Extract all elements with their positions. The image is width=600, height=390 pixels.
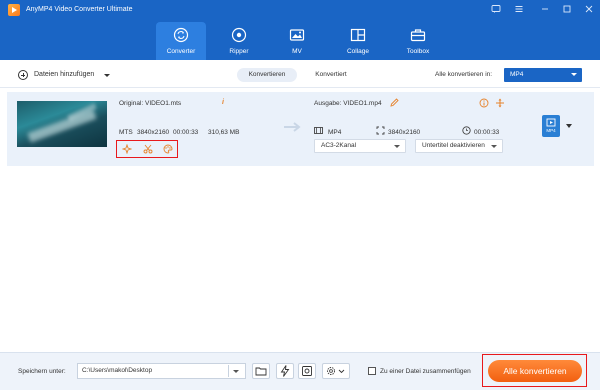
file-item: Original: VIDEO1.mts i MTS 3840x2160 00:… bbox=[7, 92, 594, 166]
disc-icon bbox=[231, 27, 247, 43]
add-files-label: Dateien hinzufügen bbox=[34, 71, 95, 78]
source-filename: Original: VIDEO1.mts bbox=[119, 100, 182, 107]
toolbar: Dateien hinzufügen Konvertieren Konverti… bbox=[0, 62, 600, 88]
title-bar: AnyMP4 Video Converter Ultimate bbox=[0, 0, 600, 20]
chevron-down-icon bbox=[394, 145, 400, 148]
tab-mv[interactable]: MV bbox=[272, 22, 322, 60]
tab-converting[interactable]: Konvertieren bbox=[237, 68, 297, 82]
close-icon[interactable] bbox=[582, 4, 596, 16]
app-logo-icon bbox=[8, 4, 20, 16]
folder-icon bbox=[255, 367, 267, 376]
mv-icon bbox=[289, 27, 305, 43]
menu-icon[interactable] bbox=[512, 4, 526, 16]
source-format: MTS bbox=[119, 129, 133, 136]
path-divider bbox=[228, 365, 229, 377]
tab-label: MV bbox=[292, 48, 302, 55]
tab-ripper[interactable]: Ripper bbox=[214, 22, 264, 60]
tab-toolbox[interactable]: Toolbox bbox=[393, 22, 443, 60]
tab-converted[interactable]: Konvertiert bbox=[306, 68, 356, 82]
audio-track-value: AC3-2Kanal bbox=[321, 142, 357, 149]
chevron-down-icon[interactable] bbox=[104, 74, 110, 77]
toolbox-icon bbox=[410, 27, 426, 43]
tab-label: Collage bbox=[346, 48, 370, 55]
info-icon[interactable]: i bbox=[222, 99, 224, 106]
add-icon bbox=[18, 70, 28, 80]
convert-all-in-label: Alle konvertieren in: bbox=[435, 71, 493, 78]
gear-icon bbox=[327, 367, 345, 375]
open-folder-button[interactable] bbox=[252, 363, 270, 379]
app-header: AnyMP4 Video Converter Ultimate Converte… bbox=[0, 0, 600, 60]
merge-checkbox[interactable] bbox=[368, 367, 376, 375]
audio-track-select[interactable]: AC3-2Kanal bbox=[314, 139, 406, 153]
subtitle-value: Untertitel deaktivieren bbox=[422, 142, 485, 149]
lightning-icon bbox=[280, 365, 290, 377]
source-resolution: 3840x2160 bbox=[137, 129, 170, 136]
output-duration: 00:00:33 bbox=[474, 129, 500, 136]
tab-converter[interactable]: Converter bbox=[156, 22, 206, 60]
collage-icon bbox=[350, 27, 366, 43]
chevron-down-icon[interactable] bbox=[233, 370, 239, 373]
merge-label: Zu einer Datei zusammenfügen bbox=[380, 368, 471, 375]
resize-icon bbox=[376, 126, 385, 135]
output-format-select[interactable]: MP4 bbox=[504, 68, 582, 82]
chevron-down-icon bbox=[571, 73, 577, 76]
edit-tools-highlight bbox=[116, 140, 178, 158]
info-circle-icon[interactable] bbox=[479, 98, 489, 108]
palette-icon[interactable] bbox=[163, 144, 173, 154]
minimize-icon[interactable] bbox=[538, 4, 552, 16]
maximize-icon[interactable] bbox=[560, 4, 574, 16]
pencil-icon[interactable] bbox=[390, 98, 399, 107]
format-badge-label: MP4 bbox=[546, 128, 556, 133]
convert-all-button[interactable]: Alle konvertieren bbox=[488, 360, 582, 382]
arrow-right-icon bbox=[283, 121, 303, 133]
chat-icon[interactable] bbox=[489, 4, 503, 16]
hardware-acceleration-button[interactable] bbox=[276, 363, 294, 379]
source-size: 310,63 MB bbox=[208, 129, 240, 136]
converter-icon bbox=[173, 27, 189, 43]
output-format-value: MP4 bbox=[510, 71, 524, 78]
output-resolution: 3840x2160 bbox=[388, 129, 421, 136]
tab-label: Converter bbox=[166, 48, 196, 55]
output-filename: Ausgabe: VIDEO1.mp4 bbox=[314, 100, 382, 107]
magic-wand-icon[interactable] bbox=[121, 143, 133, 155]
settings-button[interactable] bbox=[322, 363, 350, 379]
save-path-field[interactable]: C:\Users\makol\Desktop bbox=[77, 363, 246, 379]
gpu-settings-button[interactable] bbox=[298, 363, 316, 379]
subtitle-select[interactable]: Untertitel deaktivieren bbox=[415, 139, 503, 153]
clock-icon bbox=[462, 126, 471, 135]
film-icon bbox=[314, 126, 323, 135]
app-title: AnyMP4 Video Converter Ultimate bbox=[26, 6, 133, 13]
save-to-label: Speichern unter: bbox=[18, 368, 66, 375]
source-duration: 00:00:33 bbox=[173, 129, 199, 136]
chevron-down-icon bbox=[491, 145, 497, 148]
gpu-icon bbox=[302, 366, 312, 376]
tab-label: Toolbox bbox=[406, 48, 430, 55]
chevron-down-icon[interactable] bbox=[566, 124, 572, 128]
tab-label: Ripper bbox=[229, 48, 249, 55]
scissors-icon[interactable] bbox=[143, 144, 153, 154]
format-badge[interactable]: MP4 bbox=[542, 115, 560, 137]
video-thumbnail[interactable] bbox=[17, 101, 107, 147]
output-format: MP4 bbox=[328, 129, 342, 136]
tab-collage[interactable]: Collage bbox=[333, 22, 383, 60]
move-icon[interactable] bbox=[495, 98, 505, 108]
